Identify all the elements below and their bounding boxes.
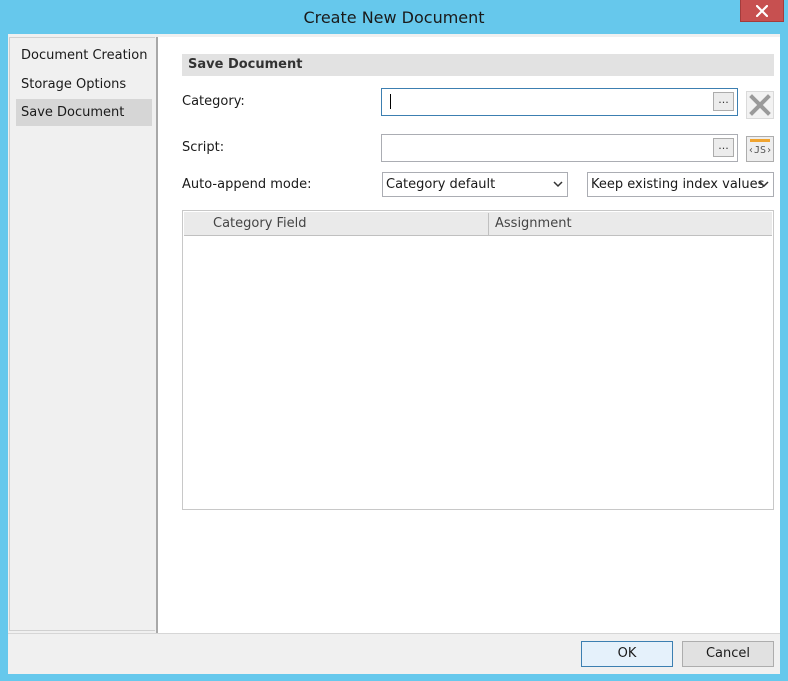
auto-append-mode-value: Category default bbox=[386, 177, 496, 192]
category-clear-button[interactable] bbox=[746, 91, 774, 119]
navigation-panel: Document Creation Storage Options Save D… bbox=[9, 37, 155, 631]
grid-column-assignment[interactable]: Assignment bbox=[495, 212, 572, 235]
dialog-client-area: Document Creation Storage Options Save D… bbox=[8, 34, 780, 674]
chevron-down-icon bbox=[553, 181, 563, 188]
js-icon-accent bbox=[750, 139, 770, 142]
chevron-down-icon bbox=[759, 181, 769, 188]
index-values-mode-value: Keep existing index values bbox=[591, 177, 765, 192]
grid-column-category-field[interactable]: Category Field bbox=[213, 212, 307, 235]
script-editor-button[interactable]: ‹JS› bbox=[746, 136, 774, 162]
column-divider[interactable] bbox=[488, 213, 489, 235]
cancel-button[interactable]: Cancel bbox=[682, 641, 774, 667]
script-label: Script: bbox=[182, 140, 225, 155]
index-values-mode-select[interactable]: Keep existing index values bbox=[587, 172, 774, 197]
title-bar: Create New Document bbox=[0, 0, 788, 34]
nav-item-document-creation[interactable]: Document Creation bbox=[16, 42, 152, 69]
category-label: Category: bbox=[182, 94, 245, 109]
grid-header: Category Field Assignment bbox=[184, 212, 772, 236]
content-panel: Save Document Category: ... Script: ... … bbox=[158, 37, 780, 633]
clear-x-icon bbox=[749, 94, 771, 116]
close-icon bbox=[756, 4, 768, 17]
js-script-icon: ‹JS› bbox=[747, 145, 773, 156]
window-title: Create New Document bbox=[303, 8, 485, 27]
auto-append-label: Auto-append mode: bbox=[182, 177, 312, 192]
footer-divider bbox=[8, 633, 780, 634]
ok-button[interactable]: OK bbox=[581, 641, 673, 667]
script-browse-button[interactable]: ... bbox=[713, 138, 734, 157]
close-button[interactable] bbox=[740, 0, 784, 22]
category-input[interactable]: ... bbox=[381, 88, 738, 116]
field-assignment-grid[interactable]: Category Field Assignment bbox=[182, 210, 774, 510]
text-caret bbox=[390, 94, 391, 109]
script-input[interactable]: ... bbox=[381, 134, 738, 162]
nav-item-storage-options[interactable]: Storage Options bbox=[16, 71, 152, 98]
auto-append-mode-select[interactable]: Category default bbox=[382, 172, 568, 197]
nav-item-save-document[interactable]: Save Document bbox=[16, 99, 152, 126]
category-browse-button[interactable]: ... bbox=[713, 92, 734, 111]
section-header: Save Document bbox=[182, 54, 774, 76]
